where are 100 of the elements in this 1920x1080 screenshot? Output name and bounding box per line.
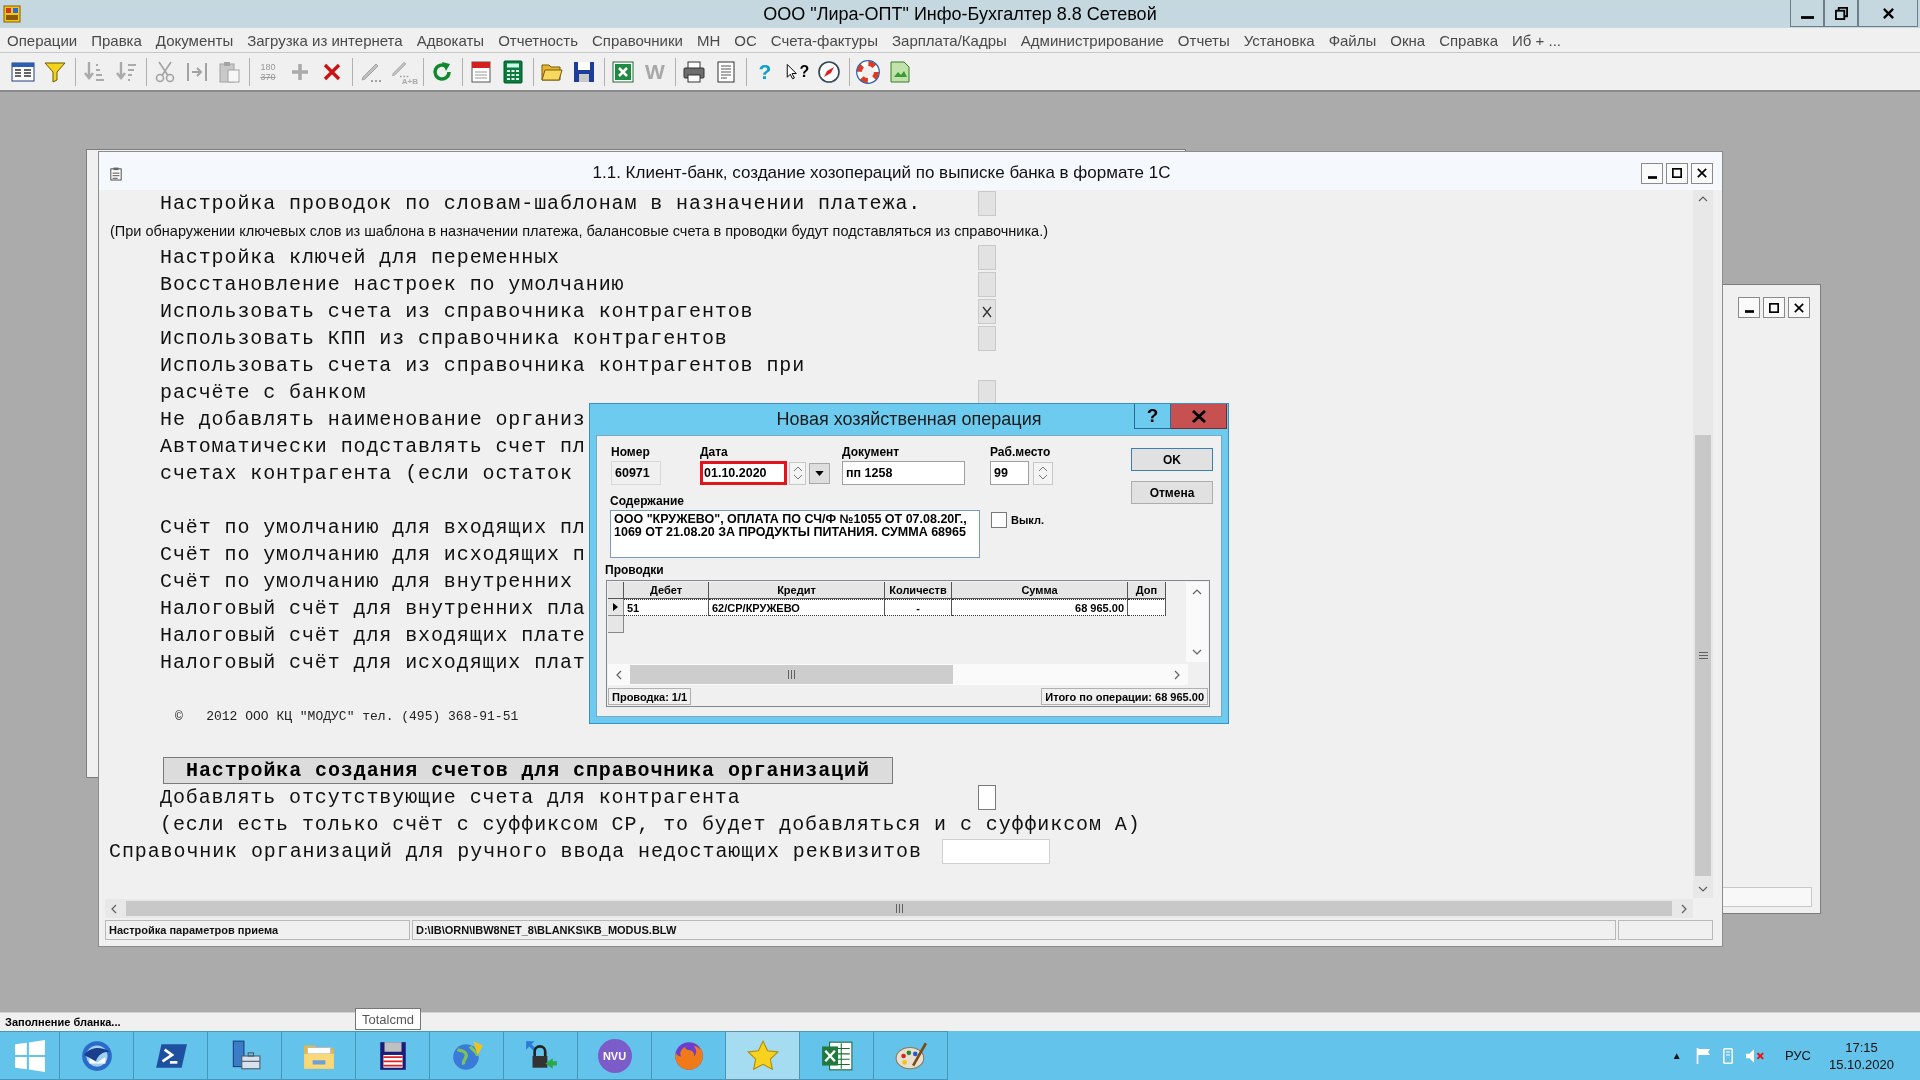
menu-item[interactable]: Установка	[1236, 31, 1322, 49]
option-label: Настройка проводок по словам-шаблонам в назначении платежа.	[160, 192, 922, 215]
option-label: Использовать счета из справочника контрагентов при	[160, 354, 806, 377]
toolbar-button[interactable]: ?	[782, 56, 812, 87]
cancel-button[interactable]: Отмена	[1131, 481, 1213, 504]
menu-item[interactable]: Окна	[1383, 31, 1433, 49]
spin-control[interactable]	[1033, 461, 1053, 485]
menu-item[interactable]: Операции	[0, 31, 85, 49]
menu-item[interactable]: ОС	[727, 31, 764, 49]
menu-item[interactable]: Справка	[1432, 31, 1505, 49]
taskbar-button[interactable]	[800, 1031, 874, 1080]
checkbox-label: Выкл.	[1011, 513, 1045, 527]
close-button[interactable]	[1691, 162, 1713, 184]
dropdown-button[interactable]	[809, 462, 830, 484]
column-header[interactable]: Кредит	[709, 582, 885, 599]
grip-icon	[788, 670, 795, 679]
option-label: (если есть только счёт с суффиксом СР, то будет добавляться и с суффиксом А)	[160, 813, 1141, 836]
maximize-icon	[1769, 302, 1779, 313]
menu-item[interactable]: Правка	[84, 31, 149, 49]
taskbar-button[interactable]	[208, 1031, 282, 1080]
table-cell	[1128, 599, 1166, 616]
clock[interactable]: 17:15 15.10.2020	[1828, 1038, 1894, 1073]
field-label: Документ	[842, 445, 901, 461]
input-field[interactable]	[941, 839, 1050, 864]
taskbar-button[interactable]: NVU	[578, 1031, 652, 1080]
text-area[interactable]: ООО "КРУЖЕВО", ОПЛАТА ПО СЧ/Ф №1055 ОТ 07.08.20Г., 1069 ОТ 21.08.20 ЗА ПРОДУКТЫ ПИТАНИЯ. СУММА 68965	[610, 510, 980, 558]
input-field[interactable]: 60971	[611, 461, 661, 485]
menu-item[interactable]: Адвокаты	[409, 31, 492, 49]
close-button[interactable]	[1858, 0, 1918, 27]
field-label: Справочник организаций для ручного ввода недостающих реквизитов	[109, 840, 922, 863]
menu-item[interactable]: Справочники	[585, 31, 690, 49]
minimize-button[interactable]	[1738, 297, 1760, 318]
maximize-button[interactable]	[1666, 162, 1688, 184]
status-panel: Настройка параметров приема	[105, 920, 410, 940]
show-hidden-icons-button[interactable]: ▲	[1671, 1050, 1682, 1061]
row-header-cell[interactable]	[608, 616, 624, 633]
maximize-button[interactable]	[1763, 297, 1785, 318]
close-button[interactable]	[1788, 297, 1810, 318]
option-label: Налоговый счёт для внутренних пла	[160, 597, 586, 620]
table-cell: 62/СР/КРУЖЕВО	[709, 599, 885, 616]
scrollbar-thumb[interactable]	[1695, 435, 1711, 876]
option-label: Восстановление настроек по умолчанию	[160, 273, 625, 296]
status-text: Заполнение бланка...	[5, 1016, 121, 1028]
chevron-down-icon	[1192, 649, 1202, 655]
status-panel: Проводка: 1/1	[608, 688, 692, 705]
taskbar-button[interactable]	[504, 1031, 578, 1080]
tooltip: Totalcmd	[355, 1008, 422, 1030]
row-header-cell[interactable]	[608, 599, 624, 616]
clipboard-icon	[217, 59, 241, 84]
column-header[interactable]: Сумма	[952, 582, 1128, 599]
taskbar-button[interactable]	[356, 1031, 430, 1080]
ok-button[interactable]: OK	[1131, 448, 1213, 471]
device-icon[interactable]	[1722, 1047, 1733, 1064]
speaker-muted-icon[interactable]	[1745, 1047, 1764, 1064]
menu-item[interactable]: Зарплата/Кадры	[885, 31, 1014, 49]
column-header[interactable]: Количеств	[885, 582, 952, 599]
language-indicator[interactable]: РУС	[1784, 1048, 1811, 1063]
lifebuoy-icon	[856, 59, 880, 84]
help-button[interactable]: ?	[1134, 404, 1171, 429]
column-header[interactable]: Дебет	[624, 582, 709, 599]
scrollbar-thumb[interactable]	[126, 901, 1672, 916]
menu-item[interactable]: Файлы	[1321, 31, 1384, 49]
menu-item[interactable]: Счета-фактуры	[763, 31, 885, 49]
input-field[interactable]: 99	[990, 461, 1029, 485]
spreadsheet-icon	[611, 59, 635, 84]
taskbar-button[interactable]	[134, 1031, 208, 1080]
minimize-button[interactable]	[1790, 0, 1824, 27]
checkbox[interactable]	[991, 512, 1007, 528]
scrollbar-thumb[interactable]	[630, 665, 953, 684]
app-icon	[3, 5, 21, 23]
menu-item[interactable]: Документы	[148, 31, 241, 49]
grip-icon	[895, 904, 903, 913]
menu-item[interactable]: МН	[689, 31, 728, 49]
table-cell: 51	[624, 599, 709, 616]
menu-item[interactable]: Отчеты	[1170, 31, 1237, 49]
start-button[interactable]	[0, 1031, 60, 1080]
input-field[interactable]: 01.10.2020	[700, 461, 787, 485]
option-label: Автоматически подставлять счет пл	[160, 435, 586, 458]
bird-globe-icon	[79, 1038, 114, 1073]
table-cell: 68 965.00	[952, 599, 1128, 616]
menu-item[interactable]: Администрирование	[1013, 31, 1171, 49]
input-field[interactable]: пп 1258	[842, 461, 965, 485]
chevron-right-icon	[1174, 669, 1180, 680]
restore-button[interactable]	[1824, 0, 1858, 27]
grip-icon	[1698, 652, 1708, 659]
chevron-left-icon	[616, 669, 622, 680]
sort-descending-icon	[114, 59, 138, 84]
close-icon	[1697, 168, 1707, 178]
note-text: (При обнаружении ключевых слов из шаблона в назначении платежа, балансовые счета в проводки будут подставляться из справочника.)	[110, 222, 1048, 239]
column-header[interactable]: Доп	[1128, 582, 1166, 599]
menu-item[interactable]: Загрузка из интернета	[240, 31, 410, 49]
menu-item[interactable]: Отчетность	[491, 31, 585, 49]
taskbar-button[interactable]	[60, 1031, 134, 1080]
checkbox[interactable]	[978, 785, 996, 810]
minimize-button[interactable]	[1641, 162, 1663, 184]
scissors-icon	[153, 59, 177, 84]
option-label: расчёте с банком	[160, 381, 367, 404]
menu-item[interactable]: Иб + ...	[1505, 31, 1568, 49]
spin-control[interactable]	[789, 461, 806, 485]
flag-icon[interactable]	[1695, 1047, 1710, 1064]
